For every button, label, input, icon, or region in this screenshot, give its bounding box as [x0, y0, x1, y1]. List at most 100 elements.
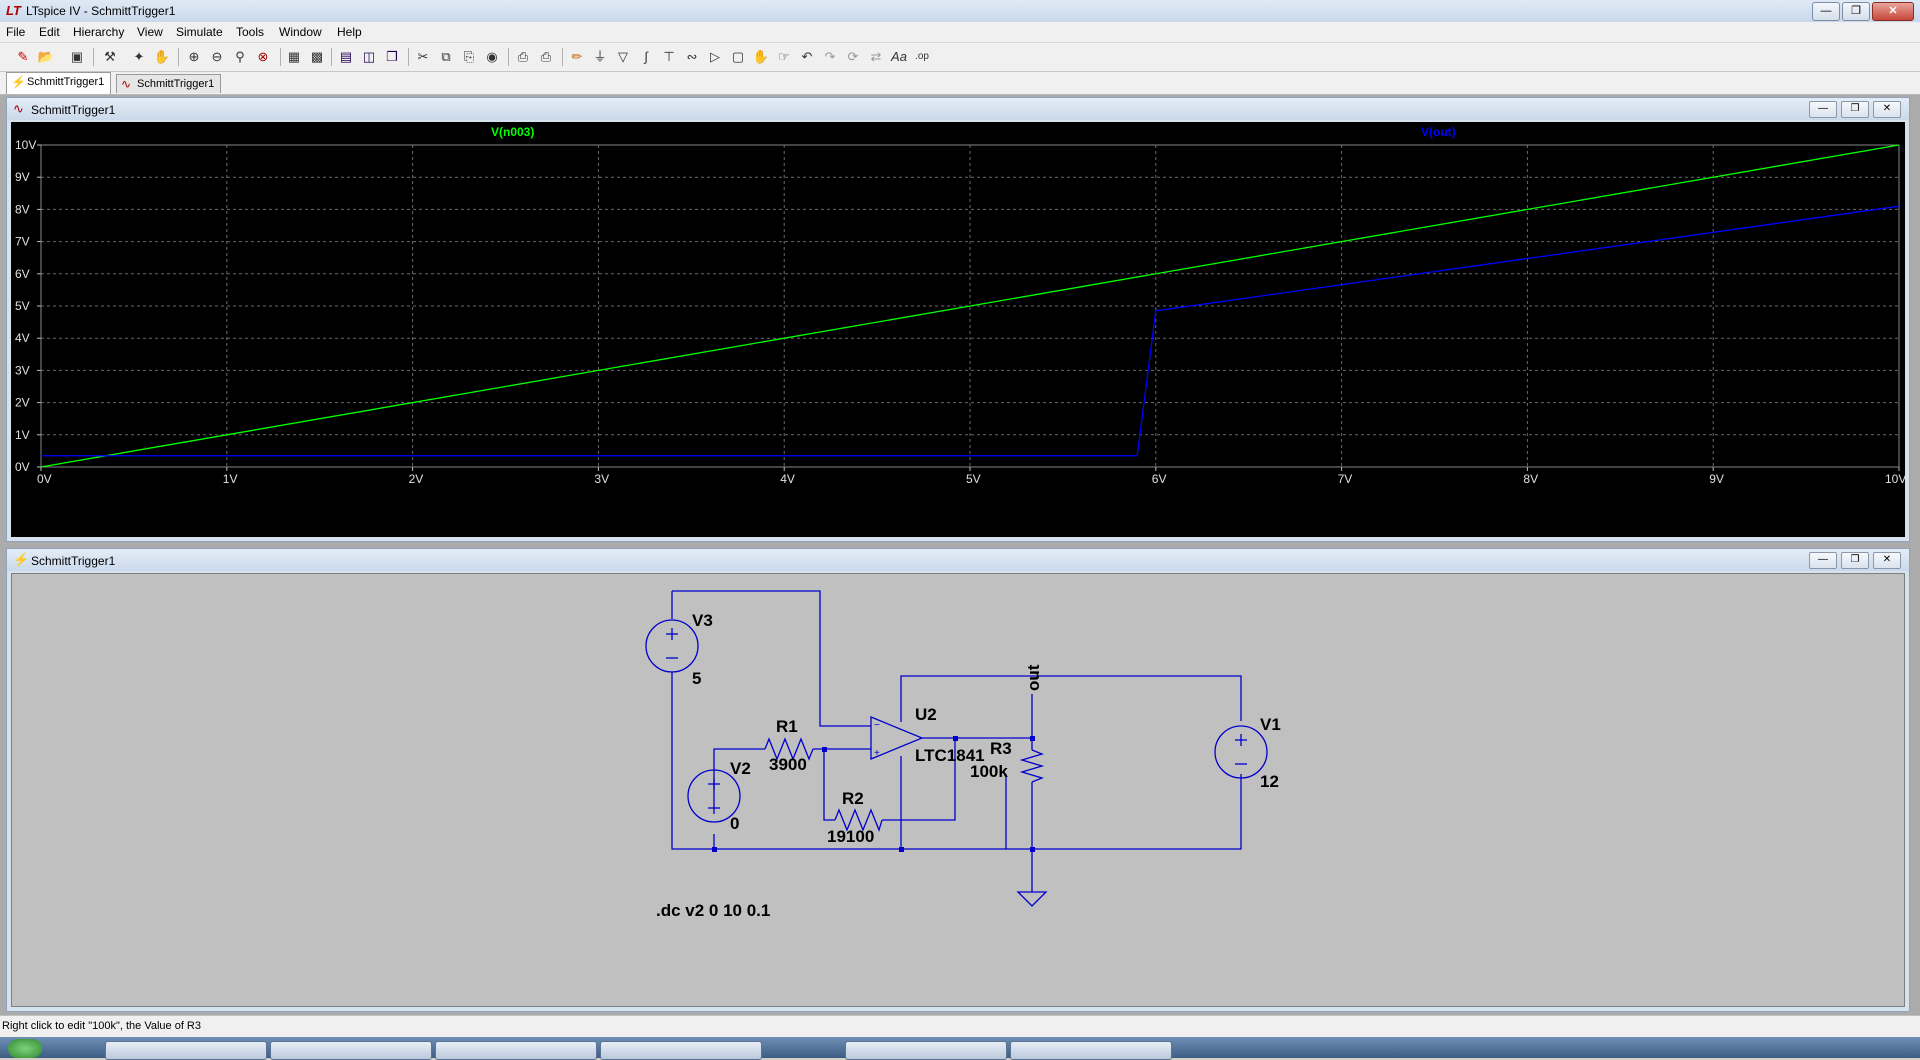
zoom-fit-icon[interactable]: ⊗ [254, 48, 272, 66]
mirror-icon[interactable]: ⇄ [867, 48, 885, 66]
taskbar-button[interactable] [435, 1041, 597, 1060]
menu-window[interactable]: Window [279, 25, 322, 39]
text-icon[interactable]: Aa [890, 48, 908, 66]
wire-icon[interactable]: ✏ [568, 48, 586, 66]
menu-view[interactable]: View [137, 25, 163, 39]
waveform-icon: ∿ [13, 101, 24, 116]
junction [953, 736, 958, 741]
undo-icon[interactable]: ↶ [798, 48, 816, 66]
tab-label: SchmittTrigger1 [27, 76, 105, 88]
pan-icon[interactable]: ✋ [153, 48, 171, 66]
spice-directive[interactable]: .dc v2 0 10 0.1 [656, 901, 770, 920]
junction [712, 847, 717, 852]
opamp-plus-sign: + [874, 748, 880, 759]
restore-button[interactable]: ❐ [1842, 2, 1870, 21]
menu-edit[interactable]: Edit [39, 25, 60, 39]
drag-icon[interactable]: ☞ [775, 48, 793, 66]
legend-label-0: V(n003) [491, 125, 534, 139]
wire [900, 675, 1242, 722]
window-title: LTspice IV - SchmittTrigger1 [26, 4, 176, 18]
menu-file[interactable]: File [6, 25, 25, 39]
y-tick-label: 4V [15, 331, 30, 345]
y-tick-label: 9V [15, 170, 30, 184]
toolbar: ✎ 📂 ▣ ⚒ ✦ ✋ ⊕ ⊖ ⚲ ⊗ ▦ ▩ ▤ ◫ ❐ ✂ ⧉ ⎘ ◉ ⎙ … [0, 43, 1920, 72]
minimize-button[interactable]: — [1809, 101, 1837, 118]
taskbar-button[interactable] [600, 1041, 762, 1060]
run-icon[interactable]: ✦ [130, 48, 148, 66]
resistor-icon[interactable]: ∫ [637, 48, 655, 66]
schematic-drawing: + − V3 5 V2 0 V1 12 R1 3900 R2 19100 R3 … [645, 590, 1281, 920]
taskbar-button[interactable] [270, 1041, 432, 1060]
menu-simulate[interactable]: Simulate [176, 25, 223, 39]
waveform-window-title: SchmittTrigger1 [31, 103, 116, 117]
copy-icon[interactable]: ⧉ [437, 48, 455, 66]
taskbar-button[interactable] [845, 1041, 1007, 1060]
rotate-icon[interactable]: ⟳ [844, 48, 862, 66]
schematic-canvas[interactable]: + − V3 5 V2 0 V1 12 R1 3900 R2 19100 R3 … [11, 573, 1905, 1007]
net-label-out: out [1024, 664, 1043, 691]
zoom-out-icon[interactable]: ⊖ [208, 48, 226, 66]
inductor-icon[interactable]: ∾ [683, 48, 701, 66]
menu-tools[interactable]: Tools [236, 25, 264, 39]
close-button[interactable]: ✕ [1873, 552, 1901, 569]
schematic-window-titlebar: ⚡ SchmittTrigger1 — ❐ ✕ [7, 549, 1909, 571]
waveform-chart: 0V 1V 2V 3V 4V 5V 6V 7V 8V 9V 10V 0V 1V 2V 3V 4V 5V 6V 7V 8… [15, 125, 1906, 486]
v1-value: 12 [1260, 772, 1279, 791]
new-schematic-icon[interactable]: ✎ [14, 48, 32, 66]
restore-button[interactable]: ❐ [1841, 101, 1869, 118]
menu-hierarchy[interactable]: Hierarchy [73, 25, 124, 39]
waveform-plot[interactable]: 0V 1V 2V 3V 4V 5V 6V 7V 8V 9V 10V 0V 1V 2V 3V 4V 5V 6V 7V 8… [11, 122, 1906, 537]
cut-icon[interactable]: ✂ [414, 48, 432, 66]
junction [822, 747, 827, 752]
find-icon[interactable]: ◉ [483, 48, 501, 66]
tile-horizontal-icon[interactable]: ▤ [337, 48, 355, 66]
taskbar-button[interactable] [1010, 1041, 1172, 1060]
tab-waveform[interactable]: ∿ SchmittTrigger1 [116, 74, 222, 93]
os-taskbar [0, 1037, 1920, 1060]
capacitor-icon[interactable]: ⊤ [660, 48, 678, 66]
zoom-in-icon[interactable]: ⊕ [185, 48, 203, 66]
restore-button[interactable]: ❐ [1841, 552, 1869, 569]
x-tick-label: 9V [1709, 472, 1724, 486]
legend-label-1: V(out) [1421, 125, 1456, 139]
move-icon[interactable]: ✋ [752, 48, 770, 66]
zoom-area-icon[interactable]: ⚲ [231, 48, 249, 66]
redo-icon[interactable]: ↷ [821, 48, 839, 66]
taskbar-button[interactable] [105, 1041, 267, 1060]
component-icon[interactable]: ▢ [729, 48, 747, 66]
x-tick-label: 3V [594, 472, 609, 486]
ground-icon[interactable]: ⏚ [591, 48, 609, 66]
v2-value: 0 [730, 814, 739, 833]
minimize-button[interactable]: — [1809, 552, 1837, 569]
minimize-button[interactable]: — [1812, 2, 1840, 21]
u2-value: LTC1841 [915, 746, 985, 765]
x-tick-label: 4V [780, 472, 795, 486]
open-icon[interactable]: 📂 [37, 48, 55, 66]
save-icon[interactable]: ▣ [68, 48, 86, 66]
print-icon[interactable]: ⎙ [514, 48, 532, 66]
label-net-icon[interactable]: ▽ [614, 48, 632, 66]
start-button[interactable] [8, 1039, 42, 1058]
spice-directive-icon[interactable]: .op [913, 48, 931, 66]
close-button[interactable]: ✕ [1873, 101, 1901, 118]
tile-vertical-icon[interactable]: ◫ [360, 48, 378, 66]
window-controls: — ❐ ✕ [1812, 2, 1914, 21]
diode-icon[interactable]: ▷ [706, 48, 724, 66]
x-tick-label: 6V [1152, 472, 1167, 486]
grid-icon[interactable]: ▩ [308, 48, 326, 66]
x-tick-label: 0V [37, 472, 52, 486]
print-setup-icon[interactable]: ⎙ [537, 48, 555, 66]
tab-schematic[interactable]: ⚡ SchmittTrigger1 [6, 72, 112, 94]
r2-label: R2 [842, 789, 864, 808]
schematic-icon: ⚡ [11, 75, 26, 89]
menu-help[interactable]: Help [337, 25, 362, 39]
close-button[interactable]: ✕ [1872, 2, 1914, 21]
autorange-icon[interactable]: ▦ [285, 48, 303, 66]
paste-icon[interactable]: ⎘ [460, 48, 478, 66]
y-tick-label: 2V [15, 396, 30, 410]
waveform-window: ∿ SchmittTrigger1 — ❐ ✕ 0V 1V 2V 3V 4V 5V 6V 7V… [6, 97, 1910, 542]
cascade-icon[interactable]: ❐ [383, 48, 401, 66]
control-panel-icon[interactable]: ⚒ [101, 48, 119, 66]
schematic-icon: ⚡ [13, 552, 30, 567]
y-tick-label: 3V [15, 363, 30, 377]
